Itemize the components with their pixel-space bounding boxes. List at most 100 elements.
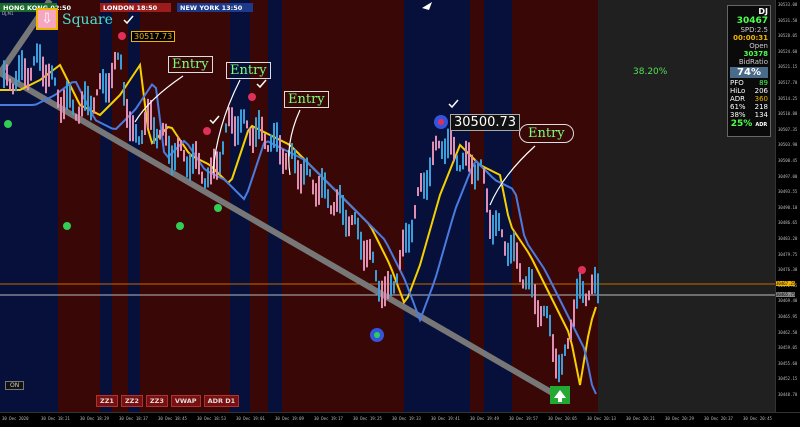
candle	[3, 60, 5, 89]
candle	[435, 135, 437, 151]
square-signal-icon[interactable]: ⇩	[36, 8, 58, 30]
y-tick-label: 30528.05	[778, 33, 798, 39]
candle	[507, 242, 509, 267]
candle	[567, 337, 569, 349]
price-chart[interactable]	[0, 0, 775, 412]
chart-canvas[interactable]	[0, 0, 775, 412]
candle	[123, 82, 125, 106]
candle	[405, 222, 407, 253]
y-tick-label: 30493.55	[778, 189, 798, 195]
square-label: Square	[62, 12, 113, 28]
candle	[87, 85, 89, 116]
candle	[141, 130, 143, 145]
candle	[42, 56, 44, 87]
current-price-tag: 30465.75	[776, 292, 796, 297]
current-price-tag: 30467.25	[776, 281, 796, 286]
candle	[6, 64, 8, 86]
candle	[447, 128, 449, 159]
candle	[327, 189, 329, 208]
x-tick-label: 30 Dec 19:41	[431, 416, 460, 421]
price-tag-right: 30500.73	[450, 114, 521, 131]
entry-label-2: Entry	[226, 62, 271, 79]
y-tick-label: 30524.60	[778, 48, 798, 54]
candle	[423, 172, 425, 199]
panel-price: 30467	[736, 16, 768, 26]
candle	[72, 99, 74, 115]
candle	[21, 50, 23, 81]
y-tick-label: 30479.75	[778, 251, 798, 257]
candle	[444, 138, 446, 165]
candle	[285, 153, 287, 170]
x-tick-label: 30 Dec 20:05	[548, 416, 577, 421]
x-tick-label: 30 Dec 19:17	[314, 416, 343, 421]
candle	[132, 115, 134, 142]
candle	[432, 141, 434, 166]
session-newyork-time: 13:50	[221, 3, 243, 12]
candle	[201, 171, 203, 184]
price-axis[interactable]: 30533.00 30531.50 30528.05 30524.60 30521.15…	[775, 0, 800, 412]
candle	[30, 67, 32, 81]
stat-value: 360	[754, 95, 768, 103]
y-tick-label: 30459.05	[778, 345, 798, 351]
candle	[429, 157, 431, 187]
candle	[267, 145, 269, 152]
candle	[114, 51, 116, 70]
fib-level-label: 38.20%	[633, 67, 668, 77]
candle	[78, 106, 80, 124]
x-tick-label: 30 Dec 20:13	[587, 416, 616, 421]
candle	[252, 127, 254, 153]
candle	[165, 123, 167, 146]
candle	[354, 211, 356, 225]
on-toggle-button[interactable]: ON	[5, 381, 25, 390]
candle	[66, 80, 68, 110]
candle	[564, 344, 566, 357]
panel-spread: SPD:2.5	[740, 26, 768, 34]
candle	[561, 353, 563, 375]
candle	[597, 273, 599, 304]
candle	[486, 188, 488, 213]
x-tick-label: 30 Dec 2020	[2, 416, 29, 421]
candle	[36, 43, 38, 63]
zz3-button[interactable]: ZZ3	[145, 395, 168, 407]
candle	[228, 107, 230, 127]
candle	[513, 231, 515, 262]
candle	[468, 142, 470, 172]
candle	[192, 143, 194, 174]
y-tick-label: 30507.35	[778, 126, 798, 132]
candle	[93, 97, 95, 114]
candle	[27, 68, 29, 91]
candle	[585, 293, 587, 307]
time-axis[interactable]: 30 Dec 2020 30 Dec 18:21 30 Dec 18:29 30 De…	[0, 412, 800, 427]
candle	[204, 178, 206, 189]
stat-key: 61%	[730, 103, 746, 111]
zz2-button[interactable]: ZZ2	[120, 395, 143, 407]
zz1-button[interactable]: ZZ1	[96, 395, 118, 407]
panel-bidratio-value: 74%	[730, 67, 768, 78]
candle	[264, 133, 266, 150]
adr-d1-button[interactable]: ADR D1	[203, 395, 240, 407]
candle	[162, 122, 164, 136]
candle	[24, 58, 26, 87]
candle	[477, 163, 479, 181]
y-tick-label: 30497.00	[778, 173, 798, 179]
candle	[348, 216, 350, 237]
x-tick-label: 30 Dec 19:57	[509, 416, 538, 421]
y-tick-label: 30517.70	[778, 80, 798, 85]
candle	[495, 210, 497, 237]
vwap-button[interactable]: VWAP	[170, 395, 201, 407]
candle	[591, 274, 593, 295]
candle	[105, 73, 107, 103]
candle	[549, 314, 551, 337]
session-newyork: NEW YORK 13:50	[177, 3, 253, 12]
candle	[108, 73, 110, 103]
candle	[168, 135, 170, 164]
candle	[501, 229, 503, 238]
candle	[297, 160, 299, 190]
candle	[489, 209, 491, 239]
candle	[270, 134, 272, 152]
candle	[351, 214, 353, 226]
candle	[510, 234, 512, 264]
candle	[57, 89, 59, 108]
candle	[483, 168, 485, 184]
candle	[576, 278, 578, 309]
